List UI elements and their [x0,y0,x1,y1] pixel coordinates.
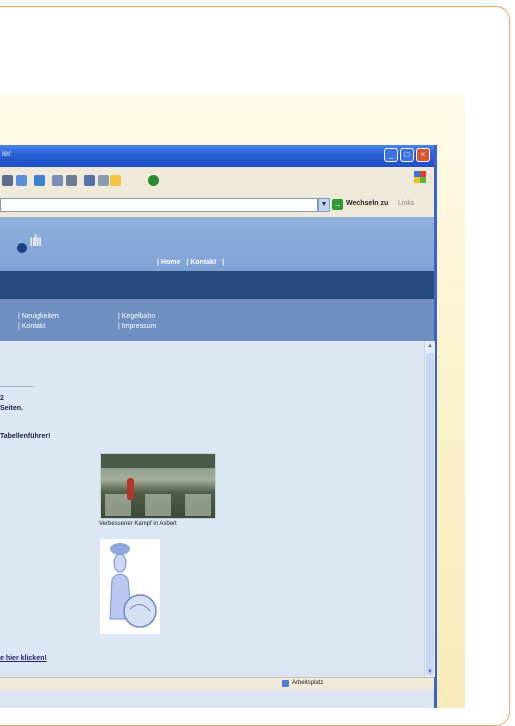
address-input[interactable] [0,198,318,212]
go-arrow-icon[interactable]: → [332,199,343,210]
top-nav-divider: | [222,259,225,266]
subnav-kontakt[interactable]: | Kontakt [18,323,46,330]
logo-ball-icon [17,243,27,253]
photo-caption: Verbessener Kampf in Asbert [99,521,177,527]
scroll-thumb[interactable] [426,353,434,675]
titlebar[interactable]: ier _ □ × [0,145,434,167]
vertical-scrollbar[interactable]: ▲ ▼ [424,341,435,677]
heading-fragment-1: 2 [0,395,4,402]
bowling-cartoon-image [100,539,160,634]
go-button-label[interactable]: Wechseln zu [346,200,388,207]
subnav-neuigkeiten[interactable]: | Neuigkeiten [18,313,59,320]
sub-navigation: | Neuigkeiten | Kegelbahn | Kontakt | Im… [0,299,434,341]
top-nav-kontakt[interactable]: | Kontakt [186,259,216,266]
top-nav: | Home | Kontakt | [157,259,228,266]
mail-icon[interactable] [52,175,63,186]
zone-label: Arbeitsplatz [292,680,324,686]
heading-fragment-3: Tabellenführer! [0,433,51,440]
subnav-kegelbahn[interactable]: | Kegelbahn [118,313,155,320]
nav-band [0,271,434,299]
logo-pins-icon: ıılıı [29,233,42,250]
minimize-button[interactable]: _ [384,148,398,162]
computer-icon [282,680,289,687]
scroll-down-icon[interactable]: ▼ [425,667,435,677]
photo-lane [185,494,211,516]
back-arrow-icon[interactable] [2,175,13,186]
heading-fragment-2: Seiten. [0,405,23,412]
address-bar: ▼ → Wechseln zu Links [0,195,434,218]
window-title: ier [2,149,11,158]
divider [0,386,34,387]
windows-logo-icon [414,171,426,183]
browser-window: ier _ □ × ▼ → Wechseln zu Links ıılıı | … [0,145,437,708]
close-button[interactable]: × [416,148,430,162]
photo-lane [145,494,171,516]
photo-player [127,478,134,500]
edit-icon[interactable] [84,175,95,186]
status-bar: Arbeitsplatz [0,677,434,690]
maximize-button[interactable]: □ [400,148,414,162]
bowling-alley-photo [100,453,216,519]
top-nav-home[interactable]: | Home [157,259,180,266]
page-content: 2 Seiten. Tabellenführer! Verbessener Ka… [0,341,424,671]
scroll-up-icon[interactable]: ▲ [425,341,435,351]
site-header: ıılıı | Home | Kontakt | [0,217,434,271]
click-here-link[interactable]: e hier klicken! [0,655,47,662]
photo-roof [101,454,215,468]
folder-icon[interactable] [110,175,121,186]
discuss-icon[interactable] [98,175,109,186]
messenger-icon[interactable] [148,175,159,186]
print-icon[interactable] [66,175,77,186]
browser-toolbar [0,167,434,196]
search-icon[interactable] [16,175,27,186]
subnav-impressum[interactable]: | Impressum [118,323,156,330]
links-label[interactable]: Links [398,200,414,207]
address-dropdown-button[interactable]: ▼ [318,198,330,212]
history-icon[interactable] [34,175,45,186]
